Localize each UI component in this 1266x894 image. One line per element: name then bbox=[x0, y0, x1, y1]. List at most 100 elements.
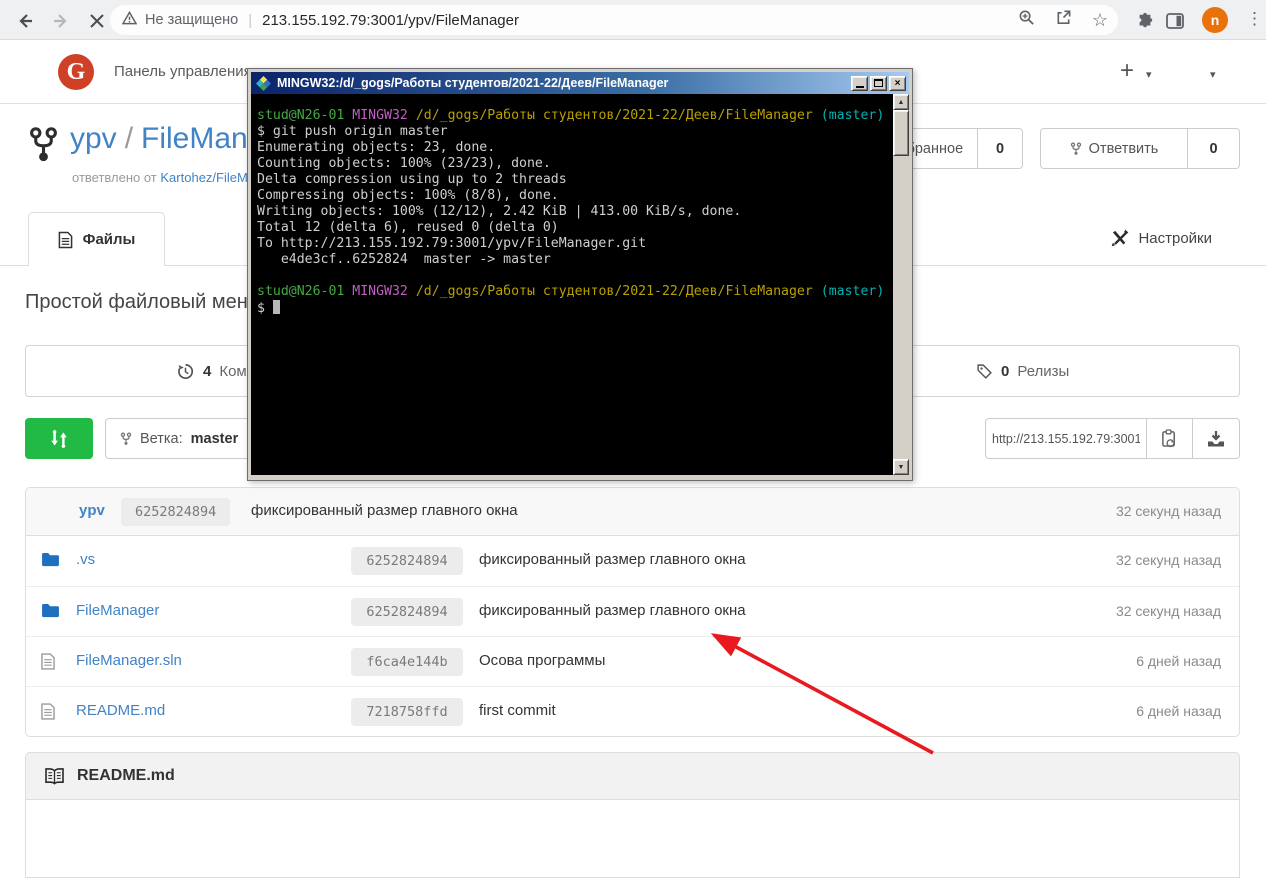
user-menu-caret-icon[interactable]: ▾ bbox=[1210, 68, 1216, 81]
tab-settings[interactable]: Настройки bbox=[1110, 228, 1212, 248]
nav-dashboard-link[interactable]: Панель управления bbox=[114, 63, 252, 80]
file-link[interactable]: FileManager bbox=[76, 602, 159, 619]
fork-count[interactable]: 0 bbox=[1188, 128, 1240, 169]
commit-sha-badge[interactable]: f6ca4e144b bbox=[351, 648, 463, 676]
terminal-line: Total 12 (delta 6), reused 0 (delta 0) bbox=[257, 220, 903, 236]
file-table-rows: .vs 6252824894 фиксированный размер главно… bbox=[26, 536, 1239, 736]
share-icon[interactable] bbox=[1055, 9, 1072, 31]
terminal-line: e4de3cf..6252824 master -> master bbox=[257, 252, 903, 268]
branch-icon bbox=[120, 432, 132, 446]
fork-button-group: Ответвить 0 bbox=[1040, 128, 1240, 169]
commit-time: 6 дней назад bbox=[1136, 703, 1221, 719]
zoom-icon[interactable] bbox=[1018, 9, 1035, 31]
bookmark-star-icon[interactable]: ☆ bbox=[1092, 11, 1108, 29]
commit-time: 32 секунд назад bbox=[1116, 552, 1221, 568]
commit-sha-badge[interactable]: 6252824894 bbox=[351, 547, 463, 575]
commit-time: 32 секунд назад bbox=[1116, 603, 1221, 619]
commit-message: фиксированный размер главного окна bbox=[479, 551, 746, 568]
browser-menu-icon[interactable]: ⋮ bbox=[1246, 9, 1263, 29]
download-icon bbox=[1207, 430, 1225, 447]
commit-message: фиксированный размер главного окна bbox=[479, 602, 746, 619]
commit-time: 6 дней назад bbox=[1136, 653, 1221, 669]
file-link[interactable]: .vs bbox=[76, 551, 95, 568]
browser-stop-icon[interactable] bbox=[84, 8, 110, 34]
clone-url-input[interactable] bbox=[985, 418, 1147, 459]
folder-icon bbox=[41, 552, 60, 572]
terminal-line: $ bbox=[257, 300, 903, 317]
security-warning-icon[interactable] bbox=[122, 11, 137, 30]
terminal-line: Enumerating objects: 23, done. bbox=[257, 140, 903, 156]
fork-icon bbox=[1070, 142, 1082, 156]
scrollbar-thumb[interactable] bbox=[893, 110, 909, 156]
mintty-terminal-window: MINGW32:/d/_gogs/Работы студентов/2021-2… bbox=[247, 68, 913, 481]
browser-profile-avatar[interactable]: n bbox=[1202, 7, 1228, 33]
compare-button[interactable] bbox=[25, 418, 93, 459]
terminal-line: To http://213.155.192.79:3001/ypv/FileMa… bbox=[257, 236, 903, 252]
tools-icon bbox=[1110, 228, 1130, 248]
fork-button[interactable]: Ответвить bbox=[1040, 128, 1188, 169]
address-bar[interactable]: Не защищено | 213.155.192.79:3001/ypv/Fi… bbox=[110, 5, 1118, 35]
tag-icon bbox=[976, 363, 993, 380]
commit-message: Осова программы bbox=[479, 652, 605, 669]
commit-sha-badge[interactable]: 6252824894 bbox=[351, 598, 463, 626]
path-separator: / bbox=[125, 122, 133, 155]
repo-fork-icon bbox=[28, 126, 59, 168]
readme-body bbox=[25, 800, 1240, 878]
scroll-down-icon[interactable]: ▼ bbox=[893, 459, 909, 475]
folder-icon bbox=[41, 603, 60, 623]
mingw-icon bbox=[256, 76, 271, 91]
terminal-line: stud@N26-01 MINGW32 /d/_gogs/Работы студ… bbox=[257, 108, 903, 124]
terminal-scrollbar[interactable]: ▲ ▼ bbox=[893, 94, 909, 475]
side-panel-icon[interactable] bbox=[1162, 8, 1188, 34]
readme-panel: README.md bbox=[25, 752, 1240, 878]
terminal-line: Delta compression using up to 2 threads bbox=[257, 172, 903, 188]
commit-author-link[interactable]: ypv bbox=[79, 502, 105, 519]
star-count[interactable]: 0 bbox=[978, 128, 1023, 169]
file-link[interactable]: FileManager.sln bbox=[76, 652, 182, 669]
commit-time: 32 секунд назад bbox=[1116, 503, 1221, 519]
readme-title: README.md bbox=[77, 767, 175, 785]
download-archive-button[interactable] bbox=[1193, 418, 1240, 459]
table-row: README.md 7218758ffd first commit 6 дней на… bbox=[26, 686, 1239, 736]
readme-header: README.md bbox=[25, 752, 1240, 800]
create-new-caret-icon[interactable]: ▾ bbox=[1146, 68, 1152, 81]
gogs-logo[interactable]: G bbox=[58, 54, 94, 90]
commit-message: фиксированный размер главного окна bbox=[251, 502, 518, 519]
book-icon bbox=[44, 768, 65, 785]
commit-sha-badge[interactable]: 7218758ffd bbox=[351, 698, 463, 726]
history-icon bbox=[176, 362, 195, 381]
file-icon bbox=[41, 653, 55, 675]
copy-clone-url-button[interactable] bbox=[1147, 418, 1193, 459]
terminal-line: Compressing objects: 100% (8/8), done. bbox=[257, 188, 903, 204]
latest-commit-row: ypv 6252824894 фиксированный размер глав… bbox=[26, 488, 1239, 536]
extensions-puzzle-icon[interactable] bbox=[1132, 8, 1158, 34]
maximize-button[interactable] bbox=[870, 76, 887, 91]
current-branch-name: master bbox=[191, 431, 239, 447]
minimize-button[interactable] bbox=[851, 76, 868, 91]
clipboard-icon bbox=[1161, 429, 1178, 448]
terminal-line: $ git push origin master bbox=[257, 124, 903, 140]
omnibox-divider: | bbox=[248, 12, 252, 29]
close-button[interactable]: × bbox=[889, 76, 906, 91]
terminal-screen: stud@N26-01 MINGW32 /d/_gogs/Работы студ… bbox=[251, 94, 909, 475]
terminal-line: stud@N26-01 MINGW32 /d/_gogs/Работы студ… bbox=[257, 284, 903, 300]
browser-back-icon[interactable] bbox=[12, 8, 38, 34]
terminal-line: Counting objects: 100% (23/23), done. bbox=[257, 156, 903, 172]
terminal-titlebar[interactable]: MINGW32:/d/_gogs/Работы студентов/2021-2… bbox=[251, 72, 909, 94]
file-link[interactable]: README.md bbox=[76, 702, 165, 719]
browser-toolbar: Не защищено | 213.155.192.79:3001/ypv/Fi… bbox=[0, 0, 1266, 40]
terminal-title: MINGW32:/d/_gogs/Работы студентов/2021-2… bbox=[277, 76, 849, 90]
table-row: FileManager.sln f6ca4e144b Осова программы… bbox=[26, 636, 1239, 686]
commit-sha-badge[interactable]: 6252824894 bbox=[121, 498, 230, 526]
browser-forward-icon[interactable] bbox=[48, 8, 74, 34]
terminal-line bbox=[257, 268, 903, 284]
scroll-up-icon[interactable]: ▲ bbox=[893, 94, 909, 110]
compare-icon bbox=[48, 428, 70, 450]
commit-message: first commit bbox=[479, 702, 556, 719]
repo-owner-link[interactable]: ypv bbox=[70, 122, 117, 155]
table-row: .vs 6252824894 фиксированный размер главно… bbox=[26, 536, 1239, 586]
terminal-output: stud@N26-01 MINGW32 /d/_gogs/Работы студ… bbox=[251, 94, 909, 317]
tab-files[interactable]: Файлы bbox=[28, 212, 165, 266]
stat-releases[interactable]: 0 Релизы bbox=[976, 346, 1069, 396]
create-new-button[interactable]: + bbox=[1120, 57, 1134, 85]
